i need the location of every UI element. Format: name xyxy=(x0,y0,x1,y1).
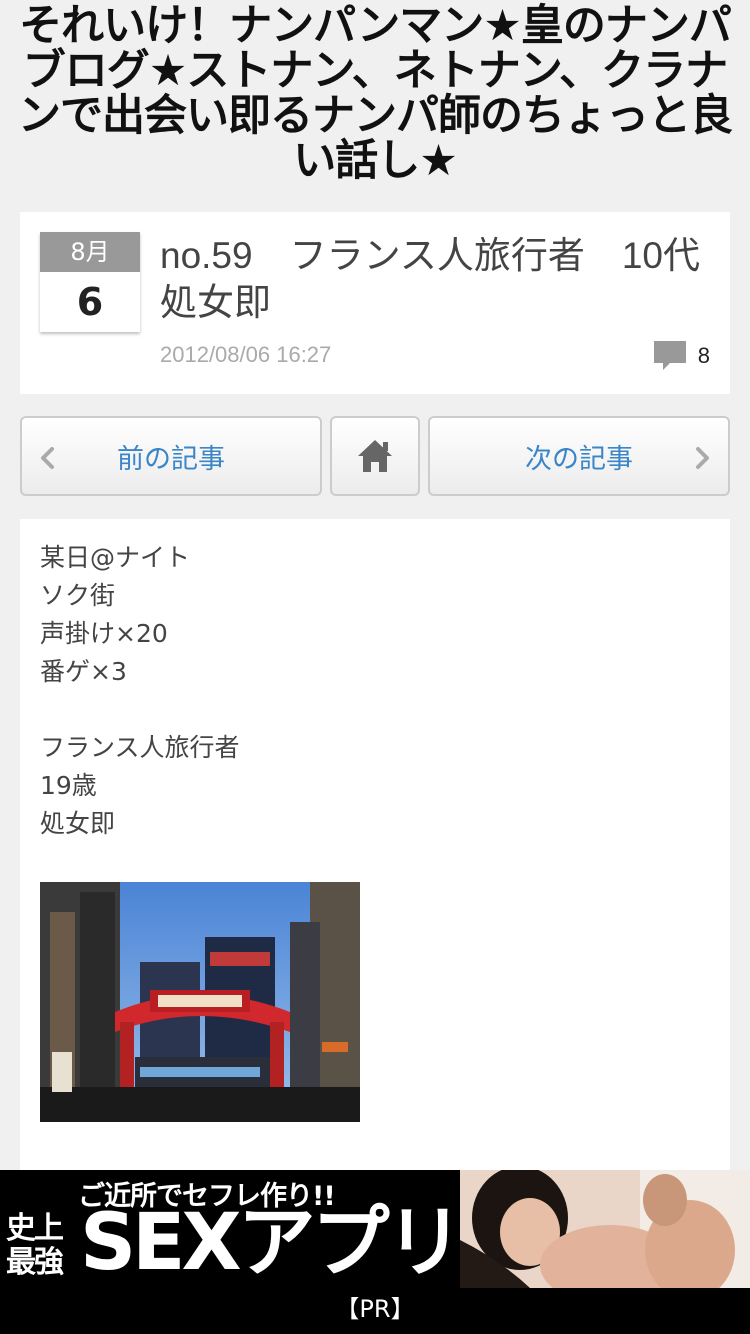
body-line: フランス人旅行者 xyxy=(40,733,240,762)
article-text: 某日@ナイト ソク街 声掛け×20 番ゲ×3 フランス人旅行者 19歳 処女即 xyxy=(40,539,240,843)
article-pager: 前の記事 次の記事 xyxy=(20,416,730,500)
body-line: 番ゲ×3 xyxy=(40,657,127,686)
article-datetime: 2012/08/06 16:27 xyxy=(160,342,332,367)
comment-link[interactable]: 8 xyxy=(653,340,710,372)
ad-headline: SEXアプリ xyxy=(80,1198,464,1288)
ad-small-line: 史上 xyxy=(6,1211,64,1246)
body-line: 処女即 xyxy=(40,809,116,838)
blog-title[interactable]: それいけ！ナンパンマン★皇のナンパブログ★ストナン、ネトナン、クラナンで出会い即… xyxy=(0,0,750,184)
next-article-button[interactable]: 次の記事 xyxy=(428,416,730,496)
body-line: ソク街 xyxy=(40,581,116,610)
prev-article-label: 前の記事 xyxy=(117,443,225,475)
ad-text-panel: ご近所でセフレ作り!! 史上 最強 SEXアプリ xyxy=(0,1170,464,1288)
home-icon xyxy=(358,440,392,472)
body-line: 声掛け×20 xyxy=(40,619,168,648)
home-button[interactable] xyxy=(330,416,420,496)
chevron-right-icon xyxy=(696,447,709,469)
body-line: 19歳 xyxy=(40,771,97,800)
article-title[interactable]: no.59 フランス人旅行者 10代 処女即 xyxy=(160,232,737,326)
comment-count: 8 xyxy=(697,343,710,368)
next-article-label: 次の記事 xyxy=(525,443,633,475)
chevron-left-icon xyxy=(41,447,54,469)
prev-article-button[interactable]: 前の記事 xyxy=(20,416,322,496)
date-month: 8月 xyxy=(40,232,140,272)
ad-small-text: 史上 最強 xyxy=(6,1212,78,1280)
ad-banner[interactable]: ご近所でセフレ作り!! 史上 最強 SEXアプリ 【PR】 xyxy=(0,1170,750,1334)
speech-bubble-icon xyxy=(653,341,686,370)
date-day: 6 xyxy=(76,280,104,324)
ad-photo-image xyxy=(460,1170,750,1288)
ad-photo xyxy=(460,1170,750,1288)
body-line: 某日@ナイト xyxy=(40,543,191,572)
article-header: 8月 6 no.59 フランス人旅行者 10代 処女即 2012/08/06 1… xyxy=(20,212,737,394)
ad-pr-label: 【PR】 xyxy=(335,1295,415,1323)
body-line xyxy=(40,691,240,729)
article-body: 某日@ナイト ソク街 声掛け×20 番ゲ×3 フランス人旅行者 19歳 処女即 xyxy=(20,519,730,1179)
ad-small-line: 最強 xyxy=(6,1245,64,1280)
date-badge: 8月 6 xyxy=(40,232,140,332)
article-photo[interactable] xyxy=(40,882,360,1122)
city-gate-photo xyxy=(40,882,360,1122)
